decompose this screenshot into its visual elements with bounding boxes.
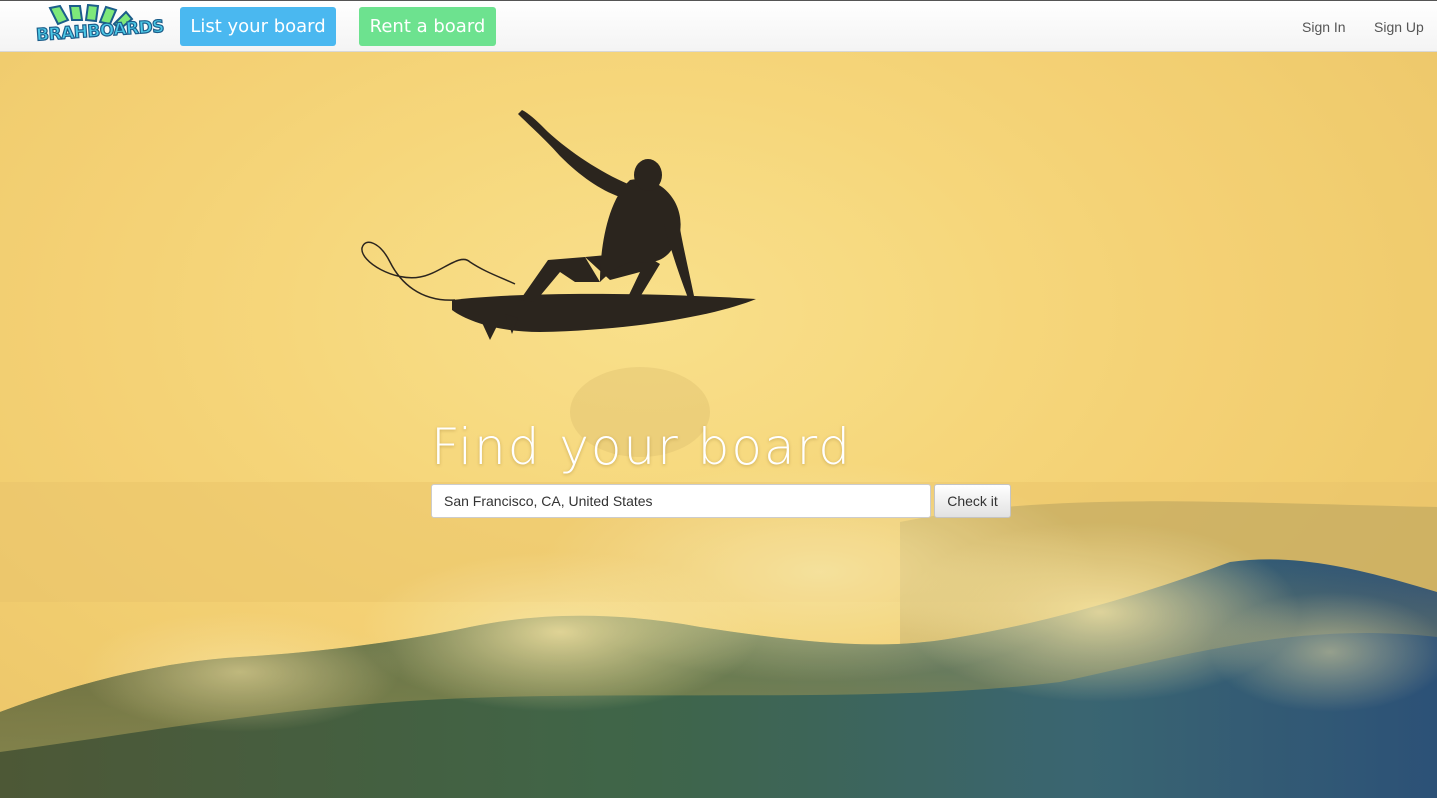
brahboards-logo[interactable]: BRAHBOARDS bbox=[35, 3, 165, 50]
sign-in-link[interactable]: Sign In bbox=[1302, 19, 1346, 35]
check-it-button[interactable]: Check it bbox=[934, 484, 1011, 518]
top-navbar: BRAHBOARDS List your board Rent a board … bbox=[0, 0, 1437, 52]
hero-section: Find your board Check it bbox=[0, 52, 1437, 798]
location-search-input[interactable] bbox=[431, 484, 931, 518]
hero-headline: Find your board bbox=[431, 418, 853, 476]
list-your-board-button[interactable]: List your board bbox=[180, 7, 336, 46]
page: BRAHBOARDS List your board Rent a board … bbox=[0, 0, 1437, 798]
sign-up-link[interactable]: Sign Up bbox=[1374, 19, 1424, 35]
rent-a-board-button[interactable]: Rent a board bbox=[359, 7, 496, 46]
